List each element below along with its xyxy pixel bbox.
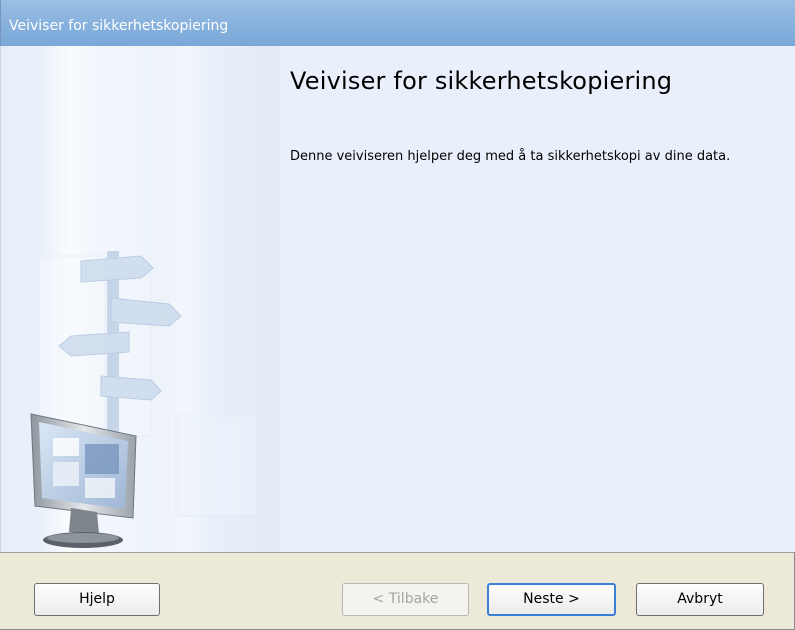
wizard-content: Veiviser for sikkerhetskopiering Denne v…	[0, 46, 795, 552]
help-button[interactable]: Hjelp	[34, 583, 160, 616]
title-bar[interactable]: Veiviser for sikkerhetskopiering	[0, 0, 795, 46]
wizard-side-banner	[1, 46, 280, 552]
button-bar: Hjelp < Tilbake Neste > Avbryt	[0, 552, 794, 629]
wizard-banner-illustration	[30, 46, 257, 552]
cancel-button[interactable]: Avbryt	[636, 583, 764, 616]
window-title: Veiviser for sikkerhetskopiering	[9, 18, 229, 34]
page-description: Denne veiviseren hjelper deg med å ta si…	[290, 149, 731, 164]
page-title: Veiviser for sikkerhetskopiering	[290, 67, 673, 95]
next-button[interactable]: Neste >	[487, 583, 616, 616]
back-button[interactable]: < Tilbake	[342, 583, 469, 616]
wizard-window: Veiviser for sikkerhetskopiering Veivise…	[0, 0, 795, 630]
wizard-main-panel: Veiviser for sikkerhetskopiering Denne v…	[280, 46, 795, 552]
